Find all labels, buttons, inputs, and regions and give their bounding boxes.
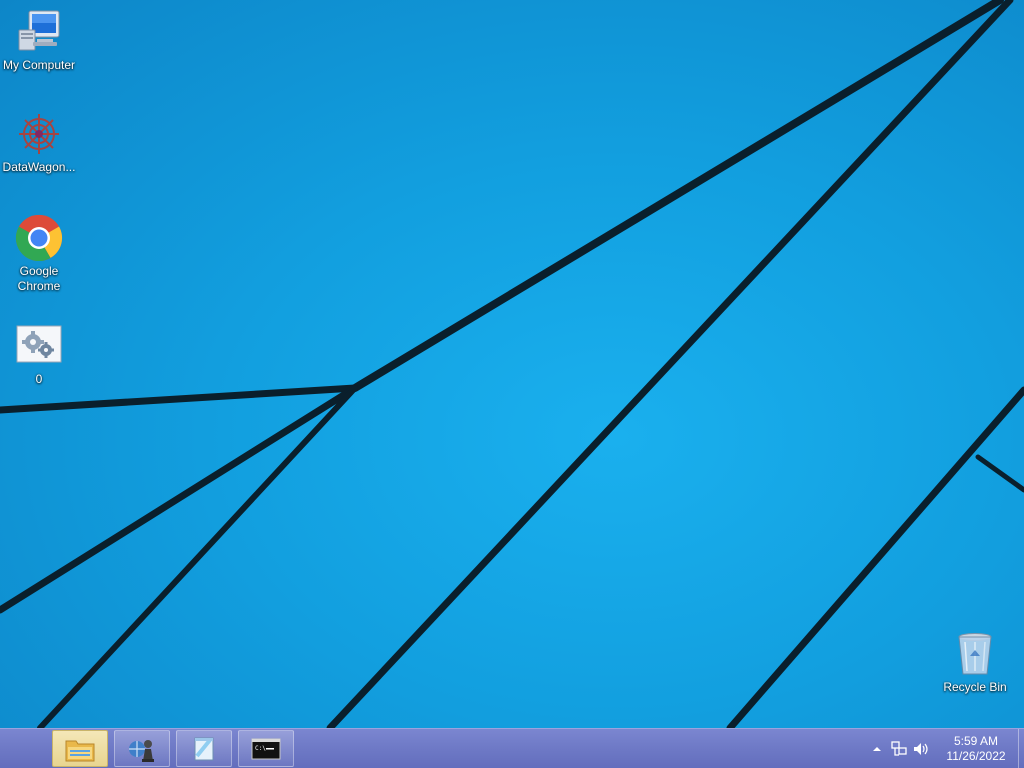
desktop-icon-google-chrome[interactable]: Google Chrome: [0, 214, 78, 294]
desktop-icon-label: My Computer: [2, 58, 76, 72]
taskbar-button-network-tool[interactable]: [114, 730, 170, 767]
show-desktop-button[interactable]: [1018, 729, 1024, 768]
computer-icon: [18, 10, 60, 51]
clock-time: 5:59 AM: [953, 733, 999, 748]
desktop-icon-label: Google Chrome: [17, 264, 61, 293]
file-explorer-icon: [65, 740, 95, 761]
chevron-up-icon[interactable]: [866, 738, 888, 760]
svg-text:C:\: C:\: [255, 745, 266, 752]
desktop-icon-datawagon[interactable]: DataWagon...: [0, 110, 78, 175]
recycle-bin-icon: [958, 633, 992, 675]
chrome-icon: [15, 214, 63, 262]
clock[interactable]: 5:59 AM 11/26/2022: [938, 734, 1014, 764]
datawagon-icon: [19, 114, 59, 154]
speaker-icon[interactable]: [910, 738, 932, 760]
settings-shortcut-icon: [16, 325, 62, 363]
desktop-icon-0[interactable]: 0: [0, 322, 78, 387]
wallpaper: [0, 0, 1024, 728]
notepad-icon: [194, 737, 214, 760]
taskbar: C:\ 5:59 AM 11/26/2022: [0, 728, 1024, 768]
network-icon[interactable]: [888, 738, 910, 760]
taskbar-button-command-prompt[interactable]: C:\: [238, 730, 294, 767]
desktop-icon-label: DataWagon...: [2, 160, 76, 174]
desktop[interactable]: My Computer DataWagon... Google Chrome 0…: [0, 0, 1024, 728]
taskbar-button-file-explorer[interactable]: [52, 730, 108, 767]
desktop-icon-my-computer[interactable]: My Computer: [0, 8, 78, 73]
taskbar-button-notepad[interactable]: [176, 730, 232, 767]
desktop-icon-recycle-bin[interactable]: Recycle Bin: [936, 630, 1014, 695]
network-tool-icon: [129, 739, 154, 762]
clock-date: 11/26/2022: [946, 748, 1006, 763]
desktop-icon-label: Recycle Bin: [943, 680, 1007, 694]
system-tray: 5:59 AM 11/26/2022: [866, 729, 1024, 768]
desktop-icon-label: 0: [35, 372, 43, 386]
command-prompt-icon: C:\: [251, 738, 281, 759]
